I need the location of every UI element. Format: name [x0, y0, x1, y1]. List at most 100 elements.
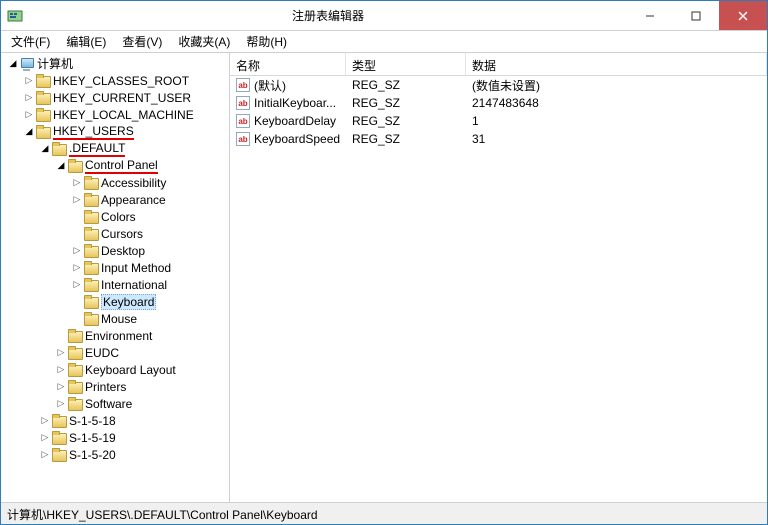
folder-icon [83, 312, 99, 326]
menu-view[interactable]: 查看(V) [114, 31, 170, 52]
list-row[interactable]: abKeyboardDelay REG_SZ 1 [230, 112, 767, 130]
collapse-icon[interactable]: ◢ [55, 160, 67, 171]
tree-node-keyboard-layout[interactable]: ▷ Keyboard Layout [3, 361, 229, 378]
tree-node-label: Environment [85, 329, 152, 343]
tree-node-label: HKEY_CLASSES_ROOT [53, 74, 189, 88]
tree-node-computer[interactable]: ◢ 计算机 [3, 55, 229, 72]
folder-icon [83, 261, 99, 275]
tree-node-label: S-1-5-18 [69, 414, 116, 428]
tree-node-accessibility[interactable]: ▷Accessibility [3, 174, 229, 191]
expand-icon[interactable]: ▷ [39, 432, 51, 443]
collapse-icon[interactable]: ◢ [39, 143, 51, 154]
folder-icon [35, 91, 51, 105]
tree-scroll[interactable]: ◢ 计算机 ▷ HKEY_CLASSES_ROOT ▷ HKEY_CURRENT_US… [1, 53, 229, 502]
tree-node-label: S-1-5-20 [69, 448, 116, 462]
menu-edit[interactable]: 编辑(E) [58, 31, 114, 52]
tree-node-appearance[interactable]: ▷ Appearance [3, 191, 229, 208]
menu-favorites[interactable]: 收藏夹(A) [170, 31, 238, 52]
expand-icon[interactable]: ▷ [55, 364, 67, 375]
menu-file[interactable]: 文件(F) [3, 31, 58, 52]
tree-node-label: Keyboard Layout [85, 363, 176, 377]
close-button[interactable] [719, 1, 767, 30]
string-value-icon: ab [236, 114, 250, 128]
list-header: 名称 类型 数据 [230, 53, 767, 76]
expand-icon[interactable]: ▷ [55, 347, 67, 358]
expand-icon[interactable]: ▷ [71, 177, 83, 188]
folder-icon [83, 176, 99, 190]
column-name[interactable]: 名称 [230, 53, 346, 75]
expand-icon[interactable]: ▷ [71, 279, 83, 290]
maximize-button[interactable] [673, 1, 719, 30]
tree-node-hkcu[interactable]: ▷ HKEY_CURRENT_USER [3, 89, 229, 106]
value-name: KeyboardDelay [254, 114, 336, 128]
expand-icon[interactable]: ▷ [23, 75, 35, 86]
tree-node-hkcr[interactable]: ▷ HKEY_CLASSES_ROOT [3, 72, 229, 89]
list-row[interactable]: abInitialKeyboar... REG_SZ 2147483648 [230, 94, 767, 112]
tree-node-label: Colors [101, 210, 136, 224]
tree-node-keyboard[interactable]: Keyboard [3, 293, 229, 310]
expand-icon[interactable]: ▷ [55, 381, 67, 392]
expand-icon[interactable]: ▷ [55, 398, 67, 409]
tree-pane: ◢ 计算机 ▷ HKEY_CLASSES_ROOT ▷ HKEY_CURRENT_US… [1, 53, 230, 502]
tree-node-input-method[interactable]: ▷Input Method [3, 259, 229, 276]
folder-icon [67, 380, 83, 394]
collapse-icon[interactable]: ◢ [23, 126, 35, 137]
folder-icon [83, 227, 99, 241]
tree-node-s1519[interactable]: ▷S-1-5-19 [3, 429, 229, 446]
tree-node-control-panel[interactable]: ◢Control Panel [3, 157, 229, 174]
tree-node-printers[interactable]: ▷ Printers [3, 378, 229, 395]
tree-node-label: Desktop [101, 244, 145, 258]
expand-icon[interactable]: ▷ [23, 109, 35, 120]
folder-icon [83, 210, 99, 224]
tree-node-default[interactable]: ◢.DEFAULT [3, 140, 229, 157]
tree-node-eudc[interactable]: ▷EUDC [3, 344, 229, 361]
tree-node-label: International [101, 278, 167, 292]
tree-node-hklm[interactable]: ▷HKEY_LOCAL_MACHINE [3, 106, 229, 123]
tree-node-label: Appearance [101, 193, 166, 207]
folder-icon [51, 142, 67, 156]
list-row[interactable]: abKeyboardSpeed REG_SZ 31 [230, 130, 767, 148]
statusbar: 计算机\HKEY_USERS\.DEFAULT\Control Panel\Ke… [1, 502, 767, 524]
tree-node-software[interactable]: ▷Software [3, 395, 229, 412]
value-data: 31 [466, 132, 767, 146]
registry-tree: ◢ 计算机 ▷ HKEY_CLASSES_ROOT ▷ HKEY_CURRENT_US… [1, 53, 229, 502]
tree-node-s1518[interactable]: ▷ S-1-5-18 [3, 412, 229, 429]
expand-icon[interactable]: ▷ [71, 194, 83, 205]
tree-node-s1520[interactable]: ▷ S-1-5-20 [3, 446, 229, 463]
menu-help[interactable]: 帮助(H) [238, 31, 295, 52]
folder-icon [51, 448, 67, 462]
minimize-button[interactable] [627, 1, 673, 30]
tree-node-label: HKEY_CURRENT_USER [53, 91, 191, 105]
registry-editor-window: 注册表编辑器 文件(F) 编辑(E) 查看(V) 收藏夹(A) 帮助(H) ◢ 计… [0, 0, 768, 525]
tree-node-mouse[interactable]: Mouse [3, 310, 229, 327]
tree-node-colors[interactable]: Colors [3, 208, 229, 225]
column-data[interactable]: 数据 [466, 53, 767, 75]
folder-icon [83, 193, 99, 207]
expand-icon[interactable]: ▷ [39, 449, 51, 460]
tree-node-hku[interactable]: ◢ HKEY_USERS [3, 123, 229, 140]
tree-node-international[interactable]: ▷ International [3, 276, 229, 293]
expand-icon[interactable]: ▷ [71, 262, 83, 273]
expand-icon[interactable]: ▷ [23, 92, 35, 103]
collapse-icon[interactable]: ◢ [7, 58, 19, 69]
tree-node-cursors[interactable]: Cursors [3, 225, 229, 242]
value-name: KeyboardSpeed [254, 132, 340, 146]
list-body[interactable]: ab(默认) REG_SZ (数值未设置) abInitialKeyboar..… [230, 76, 767, 502]
tree-node-environment[interactable]: Environment [3, 327, 229, 344]
expand-icon[interactable]: ▷ [39, 415, 51, 426]
tree-node-label: Printers [85, 380, 126, 394]
window-title: 注册表编辑器 [29, 7, 627, 24]
expand-icon[interactable]: ▷ [71, 245, 83, 256]
string-value-icon: ab [236, 96, 250, 110]
folder-icon [67, 329, 83, 343]
folder-icon [67, 346, 83, 360]
tree-node-label: 计算机 [37, 55, 73, 72]
tree-node-desktop[interactable]: ▷ Desktop [3, 242, 229, 259]
tree-node-label: HKEY_USERS [53, 124, 134, 140]
value-type: REG_SZ [346, 114, 466, 128]
folder-icon [67, 363, 83, 377]
titlebar[interactable]: 注册表编辑器 [1, 1, 767, 31]
column-type[interactable]: 类型 [346, 53, 466, 75]
value-data: (数值未设置) [466, 77, 767, 94]
list-row[interactable]: ab(默认) REG_SZ (数值未设置) [230, 76, 767, 94]
